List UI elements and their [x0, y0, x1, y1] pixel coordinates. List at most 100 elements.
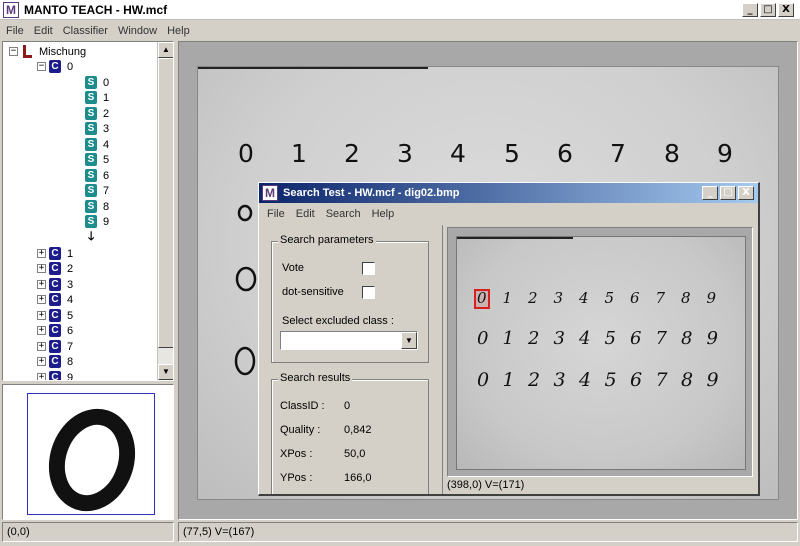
- dot-sensitive-checkbox[interactable]: [362, 286, 375, 299]
- tree-class-4[interactable]: + C 4: [37, 292, 73, 307]
- tree-class-1[interactable]: + C 1: [37, 246, 73, 261]
- handwritten-digit: 2: [528, 369, 541, 391]
- tree-sample-label: 7: [103, 184, 110, 197]
- tree-class-5[interactable]: + C 5: [37, 308, 73, 323]
- class-icon: C: [49, 309, 61, 322]
- handwritten-digit: 8: [681, 328, 693, 349]
- handwritten-digit: 2: [528, 328, 540, 349]
- tree-class-label: 6: [67, 324, 74, 337]
- handwritten-digit: 6: [630, 289, 640, 307]
- chevron-down-icon[interactable]: ▼: [401, 332, 417, 349]
- tree-class-label: 5: [67, 309, 74, 322]
- search-test-dialog[interactable]: M Search Test - HW.mcf - dig02.bmp _ □ X…: [258, 182, 760, 496]
- dialog-title-bar[interactable]: M Search Test - HW.mcf - dig02.bmp _ □ X: [259, 183, 758, 203]
- expand-toggle[interactable]: +: [37, 357, 46, 366]
- tree-sample-label: 3: [103, 122, 110, 135]
- tree-sample-label: 2: [103, 107, 110, 120]
- handwritten-digit: 1: [502, 369, 515, 391]
- handwritten-digit: 4: [579, 369, 592, 391]
- tree-sample-2[interactable]: S2: [85, 106, 109, 121]
- tree-scrollbar[interactable]: ▲ ▼: [157, 42, 173, 380]
- dialog-status: (398,0) V=(171): [447, 479, 525, 491]
- vote-checkbox[interactable]: [362, 262, 375, 275]
- handwritten-digit: 0: [477, 369, 490, 391]
- scroll-up-icon[interactable]: ▲: [158, 42, 173, 58]
- printed-digit: 5: [504, 139, 520, 168]
- minimize-button[interactable]: _: [742, 3, 758, 17]
- tree-sample-3[interactable]: S3: [85, 121, 109, 136]
- collapse-toggle[interactable]: −: [9, 47, 18, 56]
- expand-toggle[interactable]: +: [37, 311, 46, 320]
- tree-class-6[interactable]: + C 6: [37, 323, 73, 338]
- handwritten-digit: 4: [579, 328, 591, 349]
- manto-logo-icon: M: [262, 185, 278, 201]
- tree-sample-1[interactable]: S1: [85, 90, 109, 105]
- menu-classifier[interactable]: Classifier: [63, 25, 108, 37]
- tree-class-label: 0: [67, 60, 74, 73]
- handwritten-digit: 3: [553, 289, 564, 307]
- expand-toggle[interactable]: +: [37, 280, 46, 289]
- dialog-image-view[interactable]: 012345678901234567890123456789: [447, 227, 753, 477]
- result-label: Quality :: [280, 424, 321, 436]
- tree-class-9[interactable]: + C 9: [37, 370, 73, 380]
- printed-digit: 4: [450, 139, 466, 168]
- search-results-group: Search results ClassID : 0 Quality : 0,8…: [271, 372, 429, 494]
- dialog-minimize-button[interactable]: _: [702, 186, 718, 200]
- sample-digit-image: [48, 408, 136, 512]
- tree-root[interactable]: − Mischung: [9, 44, 86, 59]
- status-left: (0,0): [2, 522, 174, 542]
- dialog-menu-edit[interactable]: Edit: [296, 208, 315, 220]
- tree-sample-6[interactable]: S6: [85, 168, 109, 183]
- handwritten-digit: 5: [604, 369, 617, 391]
- dialog-menu-search[interactable]: Search: [326, 208, 361, 220]
- sample-icon: S: [85, 122, 97, 135]
- menu-file[interactable]: File: [6, 25, 24, 37]
- tree-sample-0[interactable]: S0: [85, 75, 109, 90]
- dialog-close-button[interactable]: X: [738, 186, 754, 200]
- result-value: 50,0: [344, 448, 366, 460]
- dialog-menu-file[interactable]: File: [267, 208, 285, 220]
- classifier-tree[interactable]: − Mischung − C 0 S0 S1 S2 S3 S4 S5 S6 S7…: [2, 41, 174, 381]
- tree-class-0[interactable]: − C 0: [37, 59, 73, 74]
- printed-digit: 9: [717, 139, 733, 168]
- expand-toggle[interactable]: +: [37, 373, 46, 380]
- printed-digit: 8: [664, 139, 680, 168]
- handwritten-digit: 8: [681, 369, 694, 391]
- menu-help[interactable]: Help: [167, 25, 190, 37]
- tree-sample-label: 9: [103, 215, 110, 228]
- class-icon: C: [49, 278, 61, 291]
- expand-toggle[interactable]: +: [37, 249, 46, 258]
- close-button[interactable]: X: [778, 3, 794, 17]
- dialog-maximize-button[interactable]: □: [720, 186, 736, 200]
- expand-toggle[interactable]: +: [37, 326, 46, 335]
- tree-class-8[interactable]: + C 8: [37, 354, 73, 369]
- menu-edit[interactable]: Edit: [34, 25, 53, 37]
- tree-sample-4[interactable]: S4: [85, 137, 109, 152]
- tree-class-2[interactable]: + C 2: [37, 261, 73, 276]
- dialog-menu-help[interactable]: Help: [372, 208, 395, 220]
- handwritten-digit: 9: [706, 369, 719, 391]
- handwritten-digit: 7: [655, 369, 668, 391]
- handwritten-digit: 3: [553, 369, 566, 391]
- handwritten-digit: 5: [604, 328, 616, 349]
- expand-toggle[interactable]: +: [37, 295, 46, 304]
- tree-sample-8[interactable]: S8: [85, 199, 109, 214]
- dialog-title: Search Test - HW.mcf - dig02.bmp: [283, 187, 460, 199]
- scroll-down-icon[interactable]: ▼: [158, 364, 173, 380]
- tree-sample-label: 1: [103, 91, 110, 104]
- tree-class-7[interactable]: + C 7: [37, 339, 73, 354]
- maximize-button[interactable]: □: [760, 3, 776, 17]
- expand-toggle[interactable]: +: [37, 264, 46, 273]
- tree-class-3[interactable]: + C 3: [37, 277, 73, 292]
- collapse-toggle[interactable]: −: [37, 62, 46, 71]
- tree-class-label: 3: [67, 278, 74, 291]
- dialog-scanned-image[interactable]: 012345678901234567890123456789: [456, 236, 746, 470]
- menu-window[interactable]: Window: [118, 25, 157, 37]
- excluded-class-select[interactable]: ▼: [280, 331, 418, 350]
- tree-sample-7[interactable]: S7: [85, 183, 109, 198]
- tree-sample-5[interactable]: S5: [85, 152, 109, 167]
- scroll-thumb[interactable]: [158, 58, 173, 348]
- class-icon: C: [49, 371, 61, 380]
- handwritten-digit: 9: [706, 289, 717, 307]
- expand-toggle[interactable]: +: [37, 342, 46, 351]
